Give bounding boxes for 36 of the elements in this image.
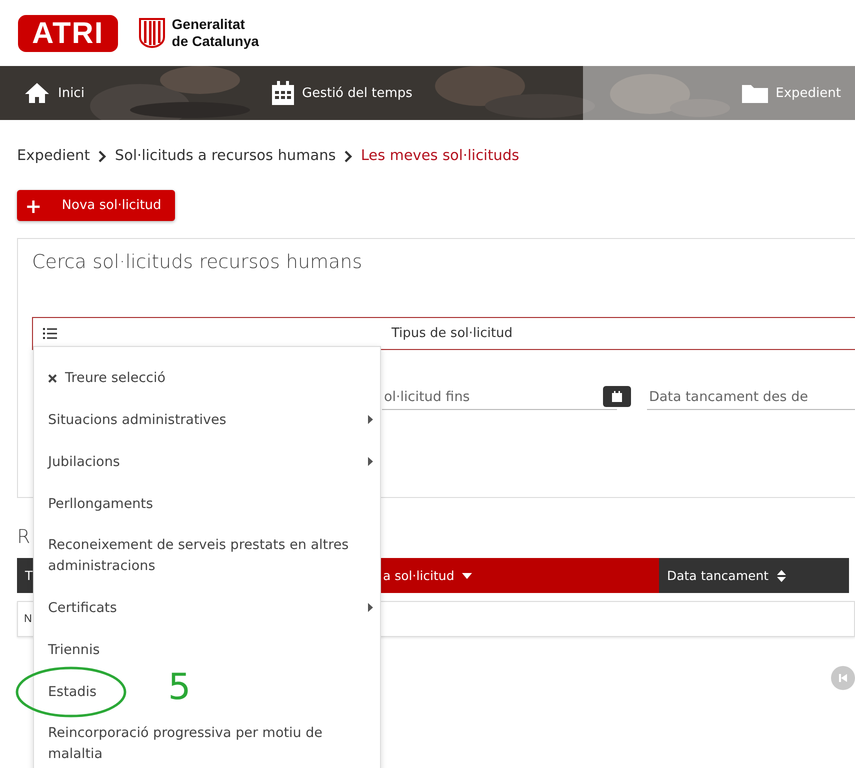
date-field[interactable]: ol·licitud fins: [382, 388, 603, 404]
nav-tab[interactable]: Gestió del temps: [272, 66, 583, 120]
chevron-icon: [344, 150, 353, 162]
close-icon: [48, 374, 57, 382]
panel-title: Cerca sol·licituds recursos humans: [32, 251, 364, 273]
menu-item[interactable]: Reincorporació progressiva per motiu de malaltia: [34, 713, 380, 768]
nav-tab[interactable]: Inici: [0, 66, 272, 120]
breadcrumb-link[interactable]: Sol·licituds a recursos humans: [114, 148, 336, 164]
calendar-button[interactable]: [602, 386, 631, 407]
organization-name: de Catalunya: [172, 33, 259, 50]
menu-item[interactable]: Triennis: [34, 629, 130, 671]
sort-icon: [776, 570, 786, 582]
sort-down-icon: [462, 572, 472, 578]
menu-item[interactable]: Jubilacions: [34, 441, 380, 483]
breadcrumb-link[interactable]: Les meves sol·licituds: [360, 148, 520, 164]
calendar-icon: [272, 81, 294, 105]
coat-of-arms-icon: [138, 17, 166, 49]
menu-item[interactable]: Treure selecció: [34, 357, 196, 399]
column-header[interactable]: Data tancament: [659, 558, 849, 593]
date-field[interactable]: Data tancament des de: [646, 388, 855, 404]
breadcrumb-link[interactable]: Expedient: [17, 148, 90, 164]
calendar-icon: [612, 391, 622, 402]
organization-name: Generalitat: [172, 16, 246, 33]
chevron-icon: [98, 150, 107, 162]
new-request-button[interactable]: + Nova sol·licitud: [17, 190, 176, 221]
caret-icon: [368, 457, 373, 466]
table-cell: N: [24, 613, 32, 625]
menu-item[interactable]: Situacions administratives: [34, 399, 380, 441]
results-title: R: [17, 526, 30, 550]
list-icon: [43, 328, 57, 339]
caret-icon: [368, 603, 373, 612]
home-icon: [24, 82, 50, 104]
menu-item[interactable]: Perllongaments: [34, 483, 184, 525]
atri-logo: ATRI: [18, 14, 118, 52]
annotation-number: 5: [168, 666, 191, 710]
caret-icon: [368, 415, 373, 424]
